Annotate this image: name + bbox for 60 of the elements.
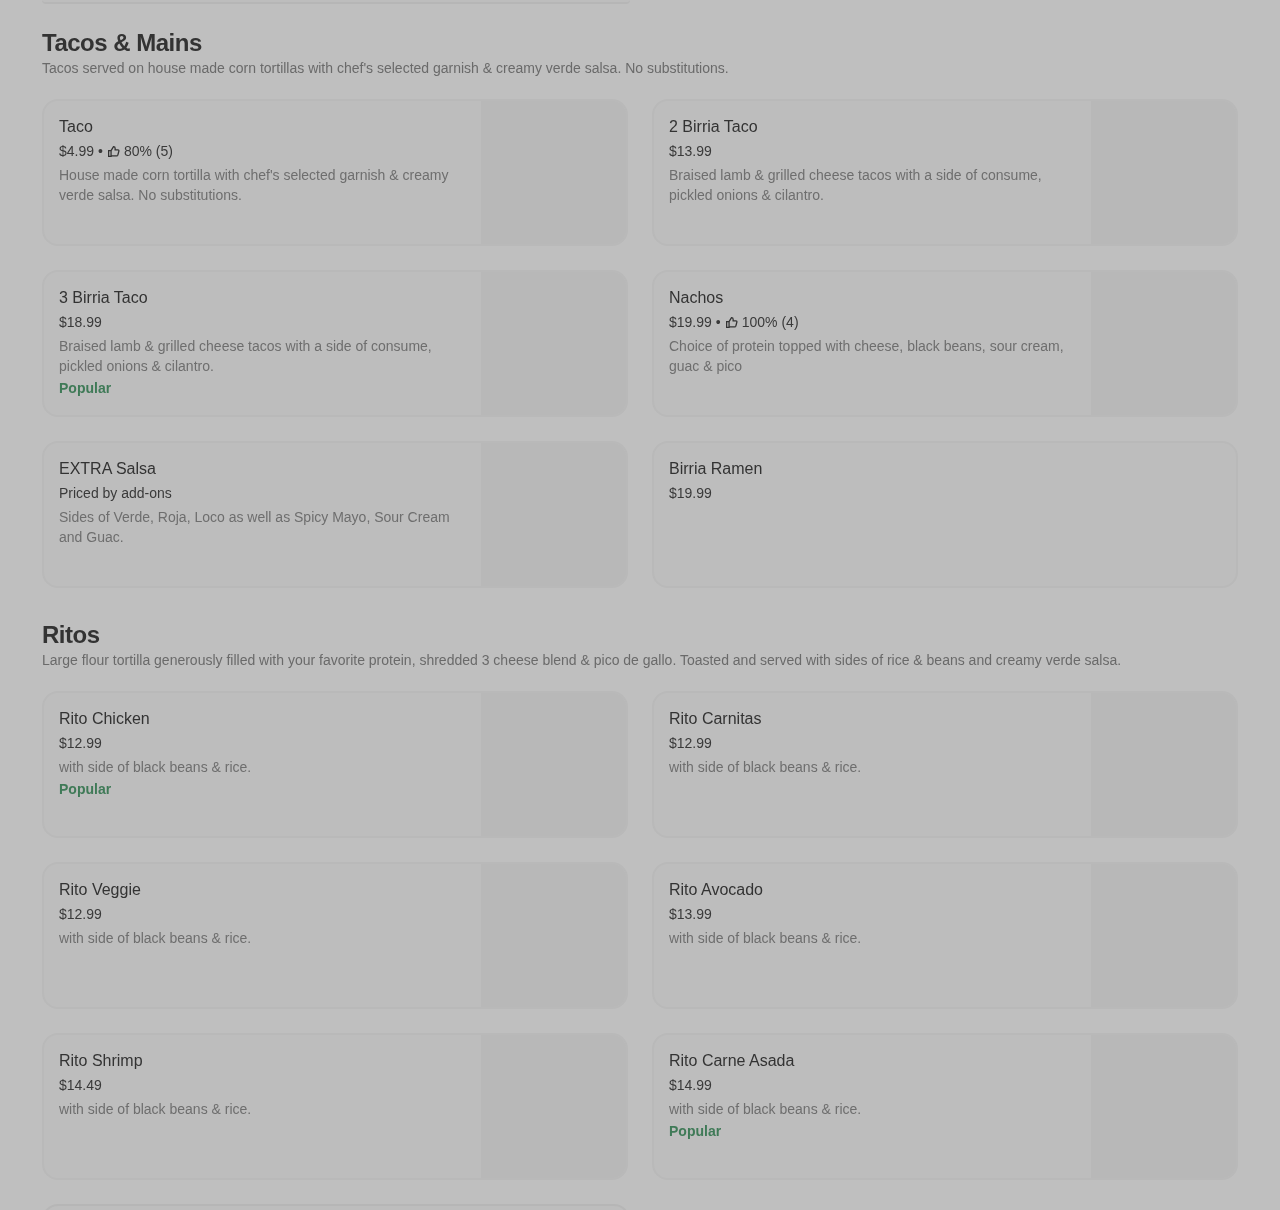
item-name: EXTRA Salsa — [59, 459, 157, 479]
item-name: Nachos — [669, 288, 725, 308]
item-description: with side of black beans & rice. — [669, 1100, 863, 1119]
item-price: $19.99 — [669, 484, 712, 503]
menu-item-card[interactable]: Rito Carne Asada $14.99 with side of black beans & rice. Popular — [652, 1033, 1238, 1180]
item-price: $4.99 — [59, 142, 95, 161]
item-price: Priced by add-ons — [59, 484, 172, 503]
item-description: Braised lamb & grilled cheese tacos with a side of consume, pickled onions & cilantro. — [669, 166, 1043, 205]
menu-item-card[interactable]: Rito Carnitas $12.99 with side of black beans & rice. — [652, 691, 1238, 838]
item-name: Rito Shrimp — [59, 1051, 144, 1071]
separator-dot: • — [715, 313, 721, 332]
item-description: Sides of Verde, Roja, Loco as well as Spicy Mayo, Sour Cream and Guac. — [59, 508, 451, 547]
popular-label: Popular — [59, 379, 113, 398]
item-price: $13.99 — [669, 905, 712, 924]
item-description: Choice of protein topped with cheese, black beans, sour cream, guac & pico — [669, 337, 1065, 376]
item-name: Rito Carnitas — [669, 709, 763, 729]
item-price: $13.99 — [669, 142, 712, 161]
item-description: with side of black beans & rice. — [59, 758, 253, 777]
item-description: with side of black beans & rice. — [669, 929, 863, 948]
item-description: Braised lamb & grilled cheese tacos with a side of consume, pickled onions & cilantro. — [59, 337, 433, 376]
item-price: $14.99 — [669, 1076, 712, 1095]
item-name: 2 Birria Taco — [669, 117, 759, 137]
menu-item-card[interactable]: 2 Birria Taco $13.99 Braised lamb & grilled cheese tacos with a side of consume, pickled onions & cilantro. — [652, 99, 1238, 246]
item-description: House made corn tortilla with chef's selected garnish & creamy verde salsa. No substitutions. — [59, 166, 450, 205]
item-rating: 80% (5) — [123, 142, 173, 161]
thumbs-up-icon — [724, 315, 738, 329]
menu-item-card[interactable]: Rito Shrimp $14.49 with side of black beans & rice. — [42, 1033, 628, 1180]
item-name: Rito Avocado — [669, 880, 764, 900]
item-name: 3 Birria Taco — [59, 288, 149, 308]
separator-dot: • — [98, 142, 103, 161]
item-rating: 100% (4) — [741, 313, 799, 332]
menu-item-card[interactable]: Rito Avocado $13.99 with side of black beans & rice. — [652, 862, 1238, 1009]
menu-item-card[interactable]: Nachos $19.99 • 100% (4) Choice of protein topped with cheese, black beans, sour cream, guac & pico — [652, 270, 1238, 417]
thumbs-up-icon — [106, 144, 120, 158]
section-description: Large flour tortilla generously filled with your favorite protein, shredded 3 cheese blend & pico de gallo. Toasted and served with sides of rice & beans and creamy verde salsa. — [42, 651, 1123, 669]
item-name: Rito Carne Asada — [669, 1051, 796, 1071]
menu-item-card[interactable]: EXTRA Salsa Priced by add-ons Sides of Verde, Roja, Loco as well as Spicy Mayo, Sour Cream and Guac. — [42, 441, 628, 588]
section-title: Ritos — [42, 620, 101, 650]
menu-item-card[interactable]: Birria Ramen $19.99 — [652, 441, 1238, 588]
item-price: $14.49 — [59, 1076, 102, 1095]
item-description: with side of black beans & rice. — [59, 1100, 253, 1119]
item-price: $19.99 — [669, 313, 712, 332]
item-name: Rito Chicken — [59, 709, 151, 729]
popular-label: Popular — [59, 780, 113, 799]
popular-label: Popular — [669, 1122, 723, 1141]
item-price: $12.99 — [669, 734, 712, 753]
item-name: Birria Ramen — [669, 459, 764, 479]
section-description: Tacos served on house made corn tortillas with chef's selected garnish & creamy verde salsa. No substitutions. — [42, 59, 730, 77]
item-name: Rito Veggie — [59, 880, 142, 900]
item-description: with side of black beans & rice. — [669, 758, 863, 777]
menu-item-card[interactable]: Taco $4.99 • 80% (5) House made corn tortilla with chef's selected garnish & creamy verde salsa. No substitutions. — [42, 99, 628, 246]
item-name: Taco — [59, 117, 94, 137]
item-price: $18.99 — [59, 313, 102, 332]
menu-item-card[interactable]: Rito Veggie $12.99 with side of black beans & rice. — [42, 862, 628, 1009]
item-price: $12.99 — [59, 734, 102, 753]
menu-item-card[interactable]: 3 Birria Taco $18.99 Braised lamb & grilled cheese tacos with a side of consume, pickled onions & cilantro. Popular — [42, 270, 628, 417]
item-description: with side of black beans & rice. — [59, 929, 253, 948]
item-price: $12.99 — [59, 905, 102, 924]
menu-item-card[interactable]: Rito Chicken $12.99 with side of black beans & rice. Popular — [42, 691, 628, 838]
section-title: Tacos & Mains — [42, 28, 203, 58]
